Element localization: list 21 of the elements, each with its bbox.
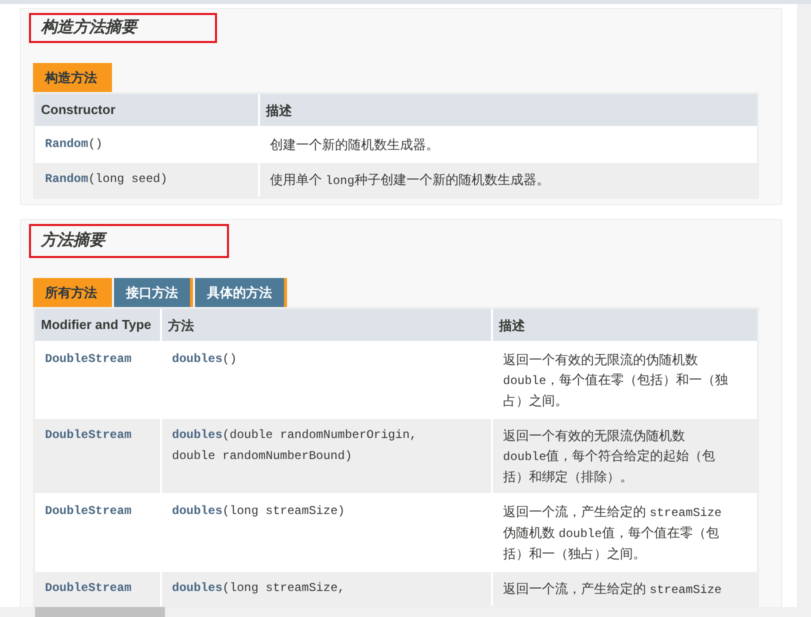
column-header: Constructor [35, 94, 258, 126]
table-cell: doubles(long streamSize, [162, 572, 491, 606]
table-tab[interactable]: 构造方法 [33, 63, 109, 92]
table-cell: 返回一个流，产生给定的 streamSize [493, 572, 757, 606]
table-cell: 返回一个有效的无限流伪随机数 double值，每个符合给定的起始（包括）和绑定（排除）。 [493, 419, 757, 493]
section-heading: 构造方法摘要 [29, 13, 217, 43]
vertical-scrollbar[interactable] [797, 4, 811, 607]
horizontal-scrollbar[interactable] [0, 607, 811, 617]
column-header: 描述 [493, 309, 757, 341]
table-cell: DoubleStream [35, 419, 160, 493]
table-cell: doubles(double randomNumberOrigin, double randomNumberBound) [162, 419, 491, 493]
table-cell: 使用单个 long种子创建一个新的随机数生成器。 [260, 163, 757, 197]
table-tab[interactable]: 所有方法 [33, 278, 109, 307]
table-tab[interactable]: 接口方法 [114, 278, 190, 307]
table-cell: DoubleStream [35, 572, 160, 606]
table-tab[interactable]: 具体的方法 [195, 278, 284, 307]
table-cell: Random(long seed) [35, 163, 258, 197]
column-header: 方法 [162, 309, 491, 341]
column-header: 描述 [260, 94, 757, 126]
column-header: Modifier and Type [35, 309, 160, 341]
section-heading: 方法摘要 [29, 224, 229, 258]
